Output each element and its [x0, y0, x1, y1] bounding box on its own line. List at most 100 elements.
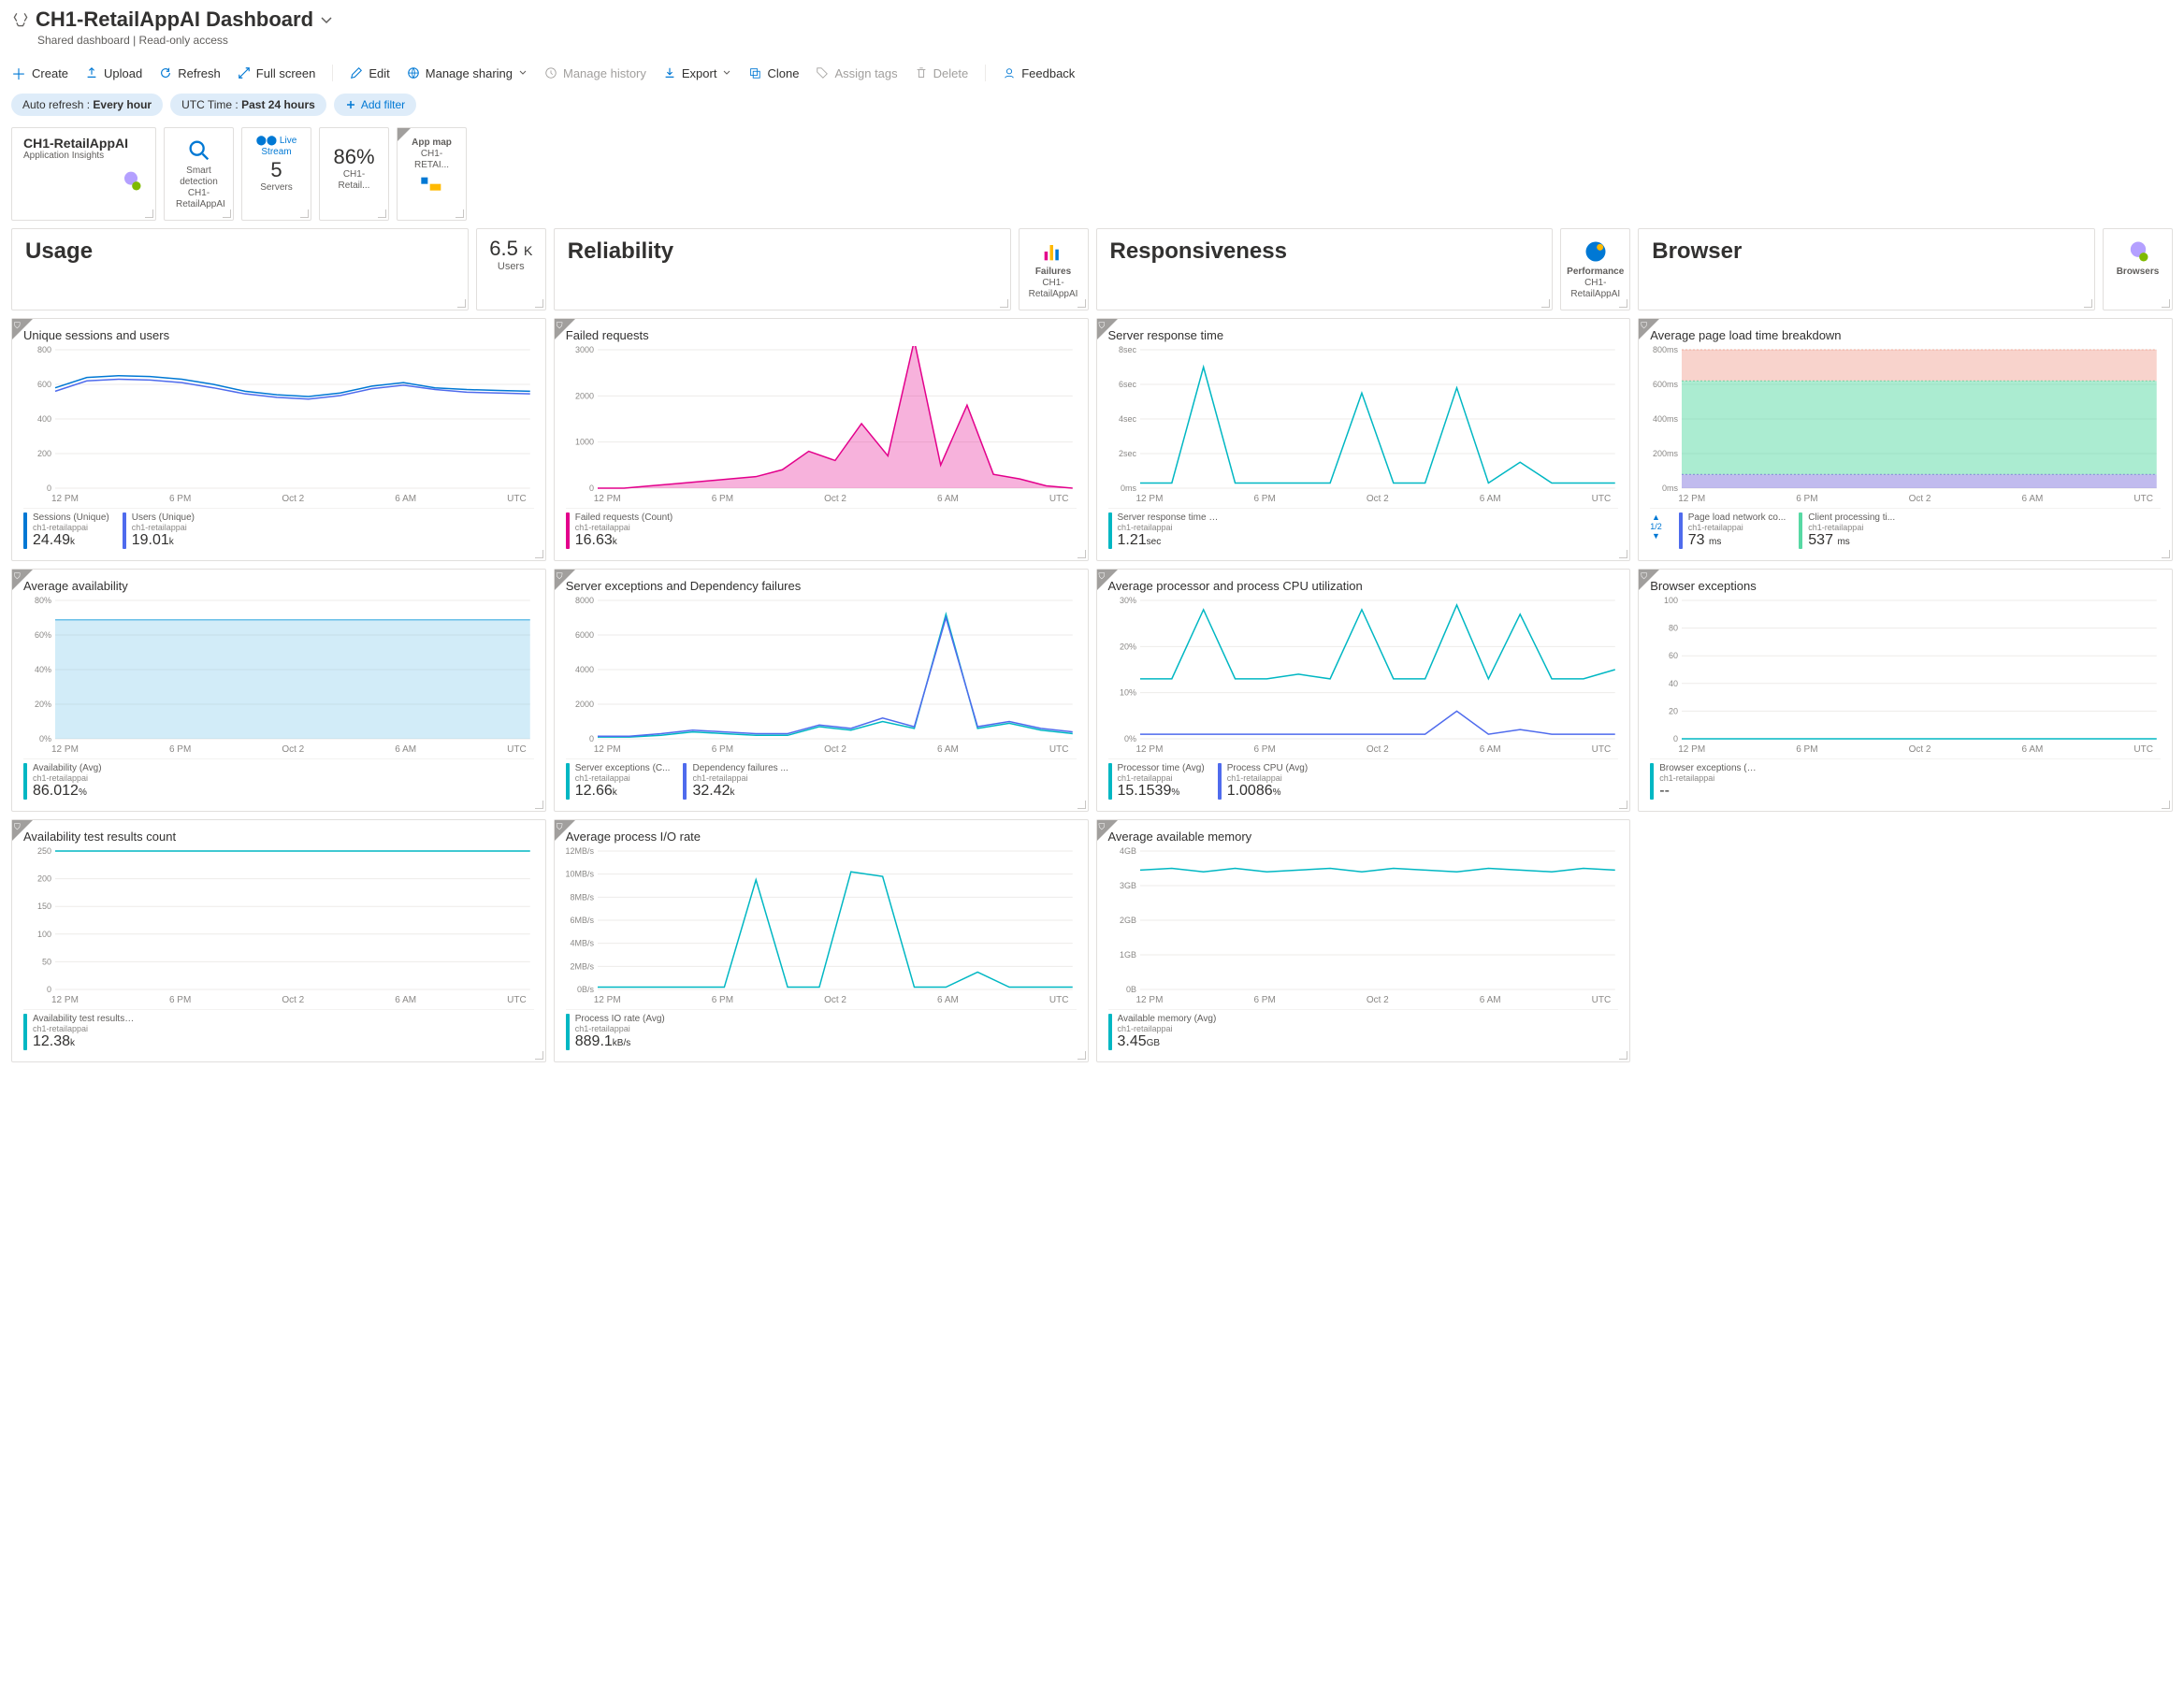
- svg-text:4GB: 4GB: [1120, 847, 1136, 856]
- chevron-down-icon[interactable]: [319, 12, 334, 27]
- page-title: CH1-RetailAppAI Dashboard: [36, 7, 313, 32]
- chart-cpu[interactable]: Average processor and process CPU utiliz…: [1096, 569, 1631, 812]
- svg-text:10%: 10%: [1120, 688, 1136, 698]
- browsers-icon: [2125, 238, 2151, 265]
- svg-text:8sec: 8sec: [1119, 346, 1136, 354]
- export-button[interactable]: Export: [663, 66, 732, 80]
- legend-pager[interactable]: ▲1/2▼: [1650, 512, 1666, 541]
- svg-text:200: 200: [37, 449, 51, 458]
- svg-text:2000: 2000: [575, 391, 594, 400]
- upload-button[interactable]: Upload: [85, 66, 142, 80]
- manage-history-button: Manage history: [544, 66, 646, 80]
- svg-text:3000: 3000: [575, 346, 594, 354]
- svg-text:250: 250: [37, 847, 51, 856]
- svg-text:4000: 4000: [575, 665, 594, 674]
- svg-text:10MB/s: 10MB/s: [566, 870, 594, 879]
- svg-text:0: 0: [1673, 734, 1678, 743]
- fullscreen-button[interactable]: Full screen: [238, 66, 316, 80]
- edit-button[interactable]: Edit: [350, 66, 389, 80]
- cat-usage[interactable]: Usage: [11, 228, 469, 310]
- chart-failed-requests[interactable]: Failed requests 0100020003000 12 PM6 PMO…: [554, 318, 1089, 561]
- chart-page-load[interactable]: Average page load time breakdown 0ms200m…: [1638, 318, 2173, 561]
- svg-text:50: 50: [42, 957, 51, 966]
- svg-text:0B/s: 0B/s: [577, 985, 594, 993]
- svg-text:400ms: 400ms: [1653, 414, 1678, 424]
- svg-text:200: 200: [37, 874, 51, 884]
- svg-text:2000: 2000: [575, 700, 594, 709]
- svg-text:0B: 0B: [1125, 985, 1135, 993]
- svg-text:200ms: 200ms: [1653, 449, 1678, 458]
- svg-text:0: 0: [589, 734, 594, 743]
- create-button[interactable]: ＋Create: [11, 62, 68, 84]
- svg-text:40: 40: [1669, 679, 1678, 688]
- tile-app-insights[interactable]: CH1-RetailAppAI Application Insights: [11, 127, 156, 221]
- cat-browser[interactable]: Browser: [1638, 228, 2095, 310]
- svg-text:150: 150: [37, 902, 51, 911]
- chart-exceptions-dependency[interactable]: Server exceptions and Dependency failure…: [554, 569, 1089, 812]
- chart-server-response-time[interactable]: Server response time 0ms2sec4sec6sec8sec…: [1096, 318, 1631, 561]
- manage-sharing-button[interactable]: Manage sharing: [407, 66, 528, 80]
- svg-text:0ms: 0ms: [1121, 483, 1136, 492]
- chart-io-rate[interactable]: Average process I/O rate 0B/s2MB/s4MB/s6…: [554, 819, 1089, 1062]
- chart-available-memory[interactable]: Average available memory 0B1GB2GB3GB4GB …: [1096, 819, 1631, 1062]
- svg-text:0: 0: [589, 483, 594, 492]
- svg-text:100: 100: [1664, 597, 1678, 605]
- svg-text:800: 800: [37, 346, 51, 354]
- tile-app-map[interactable]: App map CH1-RETAI...: [397, 127, 467, 221]
- chart-availability[interactable]: Average availability 0%20%40%60%80% 12 P…: [11, 569, 546, 812]
- svg-text:80: 80: [1669, 624, 1678, 633]
- svg-text:600ms: 600ms: [1653, 380, 1678, 389]
- svg-text:600: 600: [37, 380, 51, 389]
- search-icon: [186, 137, 212, 164]
- cat-responsiveness[interactable]: Responsiveness: [1096, 228, 1554, 310]
- tile-browsers[interactable]: Browsers: [2103, 228, 2173, 310]
- feedback-button[interactable]: Feedback: [1003, 66, 1075, 80]
- tile-servers[interactable]: ⬤⬤ Live Stream 5 Servers: [241, 127, 311, 221]
- assign-tags-button: Assign tags: [816, 66, 897, 80]
- svg-text:8MB/s: 8MB/s: [570, 892, 594, 902]
- svg-text:0%: 0%: [1123, 734, 1135, 743]
- svg-text:1000: 1000: [575, 438, 594, 447]
- svg-text:60: 60: [1669, 651, 1678, 660]
- tile-percent[interactable]: 86% CH1-Retail...: [319, 127, 389, 221]
- chart-availability-count[interactable]: Availability test results count 05010015…: [11, 819, 546, 1062]
- svg-text:30%: 30%: [1120, 597, 1136, 605]
- toolbar: ＋Create Upload Refresh Full screen Edit …: [11, 56, 2173, 94]
- app-map-icon: [419, 173, 445, 199]
- filter-pills: Auto refresh : Every hour UTC Time : Pas…: [11, 94, 2173, 116]
- svg-text:100: 100: [37, 930, 51, 939]
- svg-text:6MB/s: 6MB/s: [570, 916, 594, 925]
- pill-utc-time[interactable]: UTC Time : Past 24 hours: [170, 94, 326, 116]
- delete-button: Delete: [915, 66, 969, 80]
- tile-performance[interactable]: PerformanceCH1-RetailAppAI: [1560, 228, 1630, 310]
- svg-text:1GB: 1GB: [1120, 950, 1136, 960]
- svg-text:2GB: 2GB: [1120, 916, 1136, 925]
- tile-failures[interactable]: FailuresCH1-RetailAppAI: [1019, 228, 1089, 310]
- svg-text:2MB/s: 2MB/s: [570, 961, 594, 971]
- tile-smart-detection[interactable]: Smart detection CH1-RetailAppAI: [164, 127, 234, 221]
- svg-text:0: 0: [47, 483, 51, 492]
- refresh-button[interactable]: Refresh: [159, 66, 221, 80]
- chart-sessions[interactable]: Unique sessions and users 0200400600800 …: [11, 318, 546, 561]
- svg-text:800ms: 800ms: [1653, 346, 1678, 354]
- svg-text:4sec: 4sec: [1119, 414, 1136, 424]
- svg-text:40%: 40%: [35, 665, 51, 674]
- svg-text:6sec: 6sec: [1119, 380, 1136, 389]
- svg-text:12MB/s: 12MB/s: [566, 847, 594, 856]
- pill-add-filter[interactable]: Add filter: [334, 94, 416, 116]
- performance-icon: [1583, 238, 1609, 265]
- cat-reliability[interactable]: Reliability: [554, 228, 1011, 310]
- page-subtitle: Shared dashboard | Read-only access: [37, 34, 2173, 47]
- pill-auto-refresh[interactable]: Auto refresh : Every hour: [11, 94, 163, 116]
- clone-button[interactable]: Clone: [748, 66, 799, 80]
- svg-text:20%: 20%: [35, 700, 51, 709]
- svg-text:8000: 8000: [575, 597, 594, 605]
- svg-text:0ms: 0ms: [1662, 483, 1678, 492]
- title-bar: CH1-RetailAppAI Dashboard: [11, 7, 2173, 32]
- tile-users-count[interactable]: 6.5 KUsers: [476, 228, 546, 310]
- chart-browser-exceptions[interactable]: Browser exceptions 020406080100 12 PM6 P…: [1638, 569, 2173, 812]
- svg-text:0%: 0%: [39, 734, 51, 743]
- svg-text:2sec: 2sec: [1119, 449, 1136, 458]
- svg-text:6000: 6000: [575, 630, 594, 640]
- svg-text:20%: 20%: [1120, 642, 1136, 651]
